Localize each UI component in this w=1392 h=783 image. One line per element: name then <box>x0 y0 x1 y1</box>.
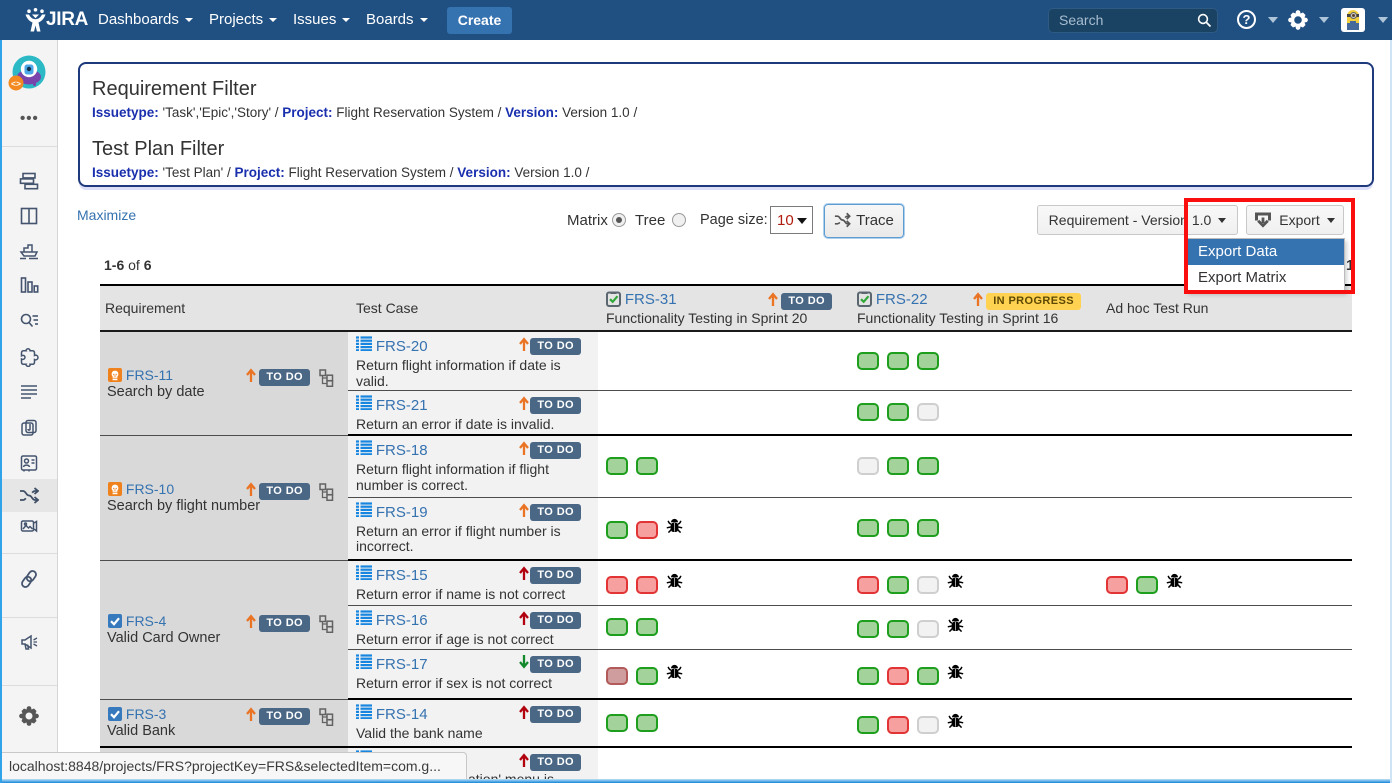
svg-text:<>: <> <box>11 79 21 89</box>
